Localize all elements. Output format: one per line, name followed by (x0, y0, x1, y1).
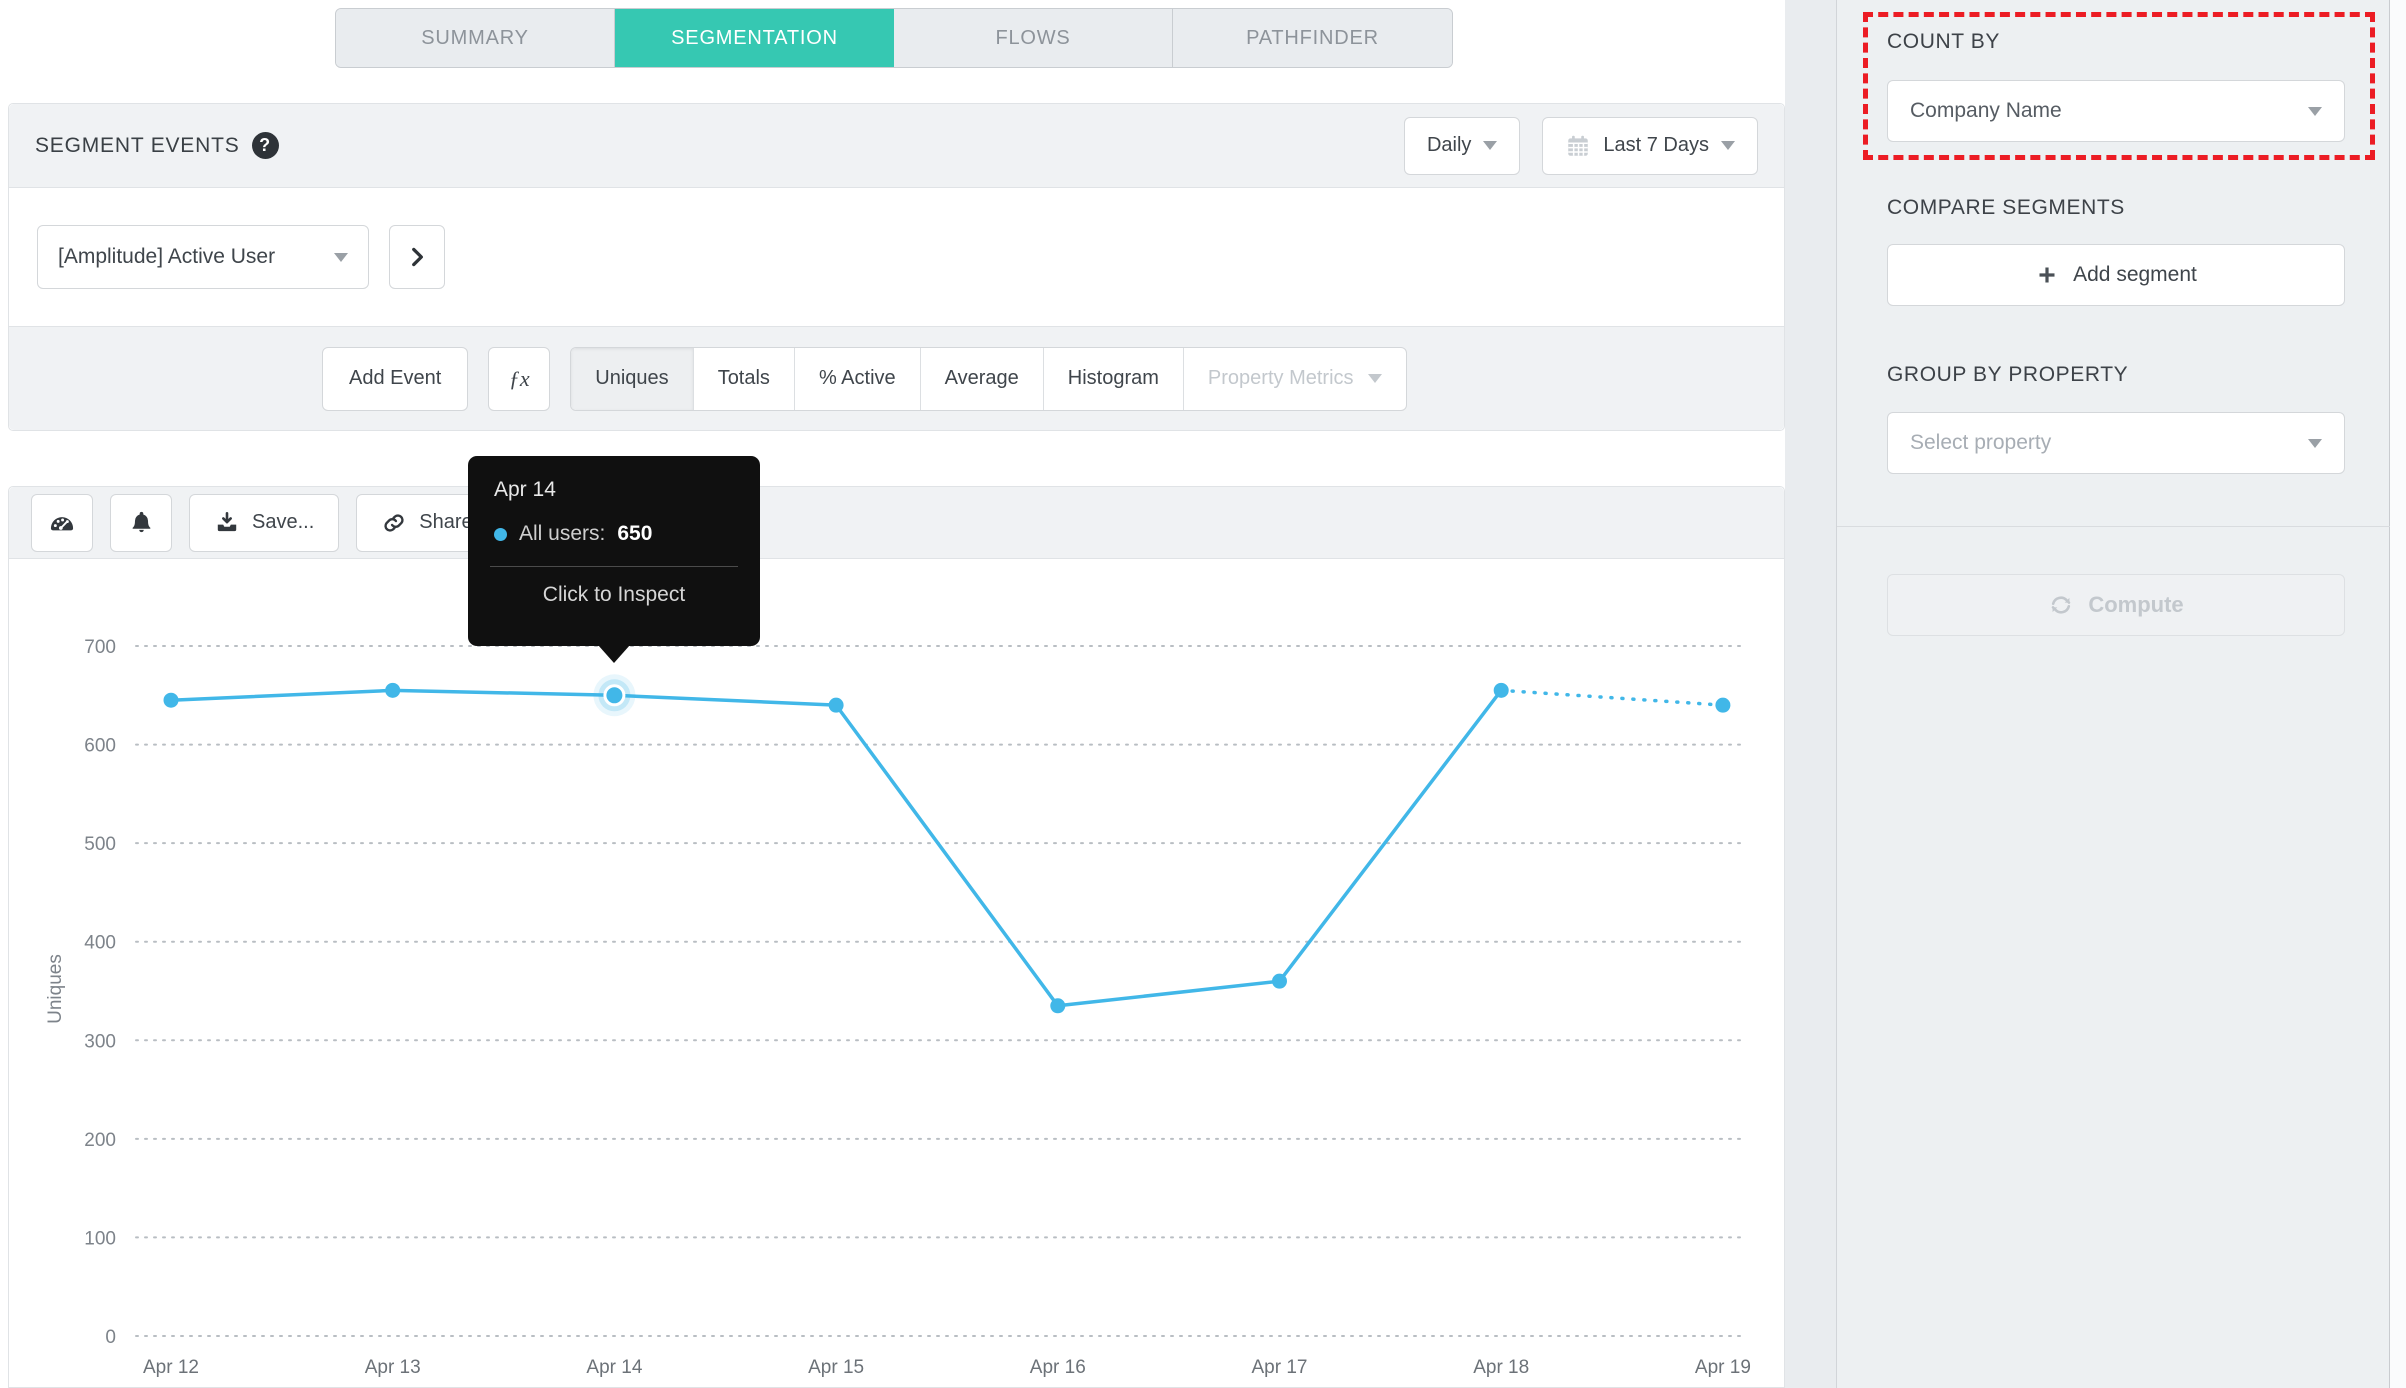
svg-text:200: 200 (84, 1130, 116, 1151)
tooltip-divider (490, 566, 738, 567)
link-icon (384, 513, 404, 532)
date-range-dropdown[interactable]: Last 7 Days (1542, 116, 1758, 175)
svg-text:700: 700 (84, 637, 116, 658)
chart-card: Save... Share 0 100 200 300 400 500 600 700 Uniq… (8, 486, 1785, 1388)
bell-icon (132, 511, 150, 533)
report-tabbar: SUMMARY SEGMENTATION FLOWS PATHFINDER (335, 8, 1453, 68)
tab-pathfinder[interactable]: PATHFINDER (1173, 9, 1452, 67)
download-icon (217, 511, 237, 531)
plus-icon (2039, 267, 2055, 283)
share-label: Share (419, 511, 473, 533)
count-by-dropdown[interactable]: Company Name (1887, 80, 2345, 142)
chart-toolbar: Save... Share (9, 487, 1784, 559)
toggle-histogram[interactable]: Histogram (1044, 347, 1184, 410)
formula-button[interactable]: ƒx (488, 346, 551, 411)
chart-tooltip: Apr 14 All users: 650 Click to Inspect (468, 456, 760, 663)
add-segment-label: Add segment (2073, 263, 2197, 286)
compare-segments-label: COMPARE SEGMENTS (1887, 196, 2125, 219)
svg-text:500: 500 (84, 834, 116, 855)
toggle-percent-active[interactable]: % Active (795, 347, 921, 410)
calendar-icon (1568, 135, 1589, 156)
tooltip-inspect-hint[interactable]: Click to Inspect (494, 583, 734, 607)
svg-text:400: 400 (84, 933, 116, 954)
svg-text:300: 300 (84, 1031, 116, 1052)
alert-button[interactable] (110, 493, 172, 552)
tooltip-date: Apr 14 (494, 478, 556, 501)
panel-title-text: SEGMENT EVENTS (35, 133, 240, 157)
interval-dropdown[interactable]: Daily (1403, 116, 1521, 175)
svg-text:Apr 13: Apr 13 (365, 1357, 421, 1378)
expand-event-button[interactable] (389, 225, 445, 289)
event-dropdown-value: [Amplitude] Active User (58, 245, 276, 268)
segmentation-line-chart[interactable]: 0 100 200 300 400 500 600 700 Uniques Apr 12 Apr 1… (9, 559, 1784, 1387)
toggle-uniques[interactable]: Uniques (571, 347, 694, 410)
refresh-icon (2052, 596, 2071, 614)
svg-text:100: 100 (84, 1228, 116, 1249)
property-metrics-dropdown[interactable]: Property Metrics (1184, 348, 1406, 410)
segment-events-panel: SEGMENT EVENTS ? Daily Last 7 Days [Ampl… (8, 103, 1785, 431)
svg-text:Apr 14: Apr 14 (586, 1357, 642, 1378)
chevron-down-icon (2308, 106, 2322, 116)
page-right-strip[interactable] (2390, 0, 2406, 1388)
add-segment-button[interactable]: Add segment (1887, 244, 2345, 306)
group-by-placeholder: Select property (1910, 431, 2052, 454)
chevron-down-icon (2308, 438, 2322, 448)
count-by-value: Company Name (1910, 99, 2062, 122)
chevron-down-icon (334, 252, 348, 262)
chevron-right-icon (412, 247, 423, 267)
right-sidebar: COUNT BY Company Name COMPARE SEGMENTS A… (1836, 0, 2391, 1388)
help-icon[interactable]: ? (251, 132, 279, 159)
svg-text:0: 0 (105, 1327, 116, 1348)
svg-text:Apr 16: Apr 16 (1030, 1357, 1086, 1378)
svg-text:Apr 12: Apr 12 (143, 1357, 199, 1378)
add-event-button[interactable]: Add Event (322, 346, 469, 411)
content-sidebar-gap (1785, 0, 1836, 1388)
metric-toggle-group: Uniques Totals % Active Average Histogra… (570, 346, 1407, 411)
sidebar-divider (1837, 526, 2391, 527)
event-dropdown[interactable]: [Amplitude] Active User (37, 225, 369, 289)
svg-text:Uniques: Uniques (45, 954, 66, 1024)
interval-label: Daily (1426, 134, 1472, 156)
svg-text:Apr 15: Apr 15 (808, 1357, 864, 1378)
svg-text:Apr 18: Apr 18 (1473, 1357, 1529, 1378)
date-range-label: Last 7 Days (1603, 134, 1709, 156)
dashboard-gauge-icon (50, 516, 74, 530)
count-by-label: COUNT BY (1887, 30, 2000, 53)
svg-text:Apr 17: Apr 17 (1252, 1357, 1308, 1378)
tab-segmentation[interactable]: SEGMENTATION (615, 9, 894, 67)
panel-title: SEGMENT EVENTS ? (35, 132, 279, 159)
compute-button[interactable]: Compute (1887, 574, 2345, 636)
group-by-property-label: GROUP BY PROPERTY (1887, 363, 2129, 386)
chevron-down-icon (1483, 141, 1498, 150)
save-button[interactable]: Save... (189, 493, 340, 552)
tab-summary[interactable]: SUMMARY (336, 9, 615, 67)
svg-text:Apr 19: Apr 19 (1695, 1357, 1751, 1378)
toggle-average[interactable]: Average (921, 347, 1044, 410)
svg-text:600: 600 (84, 736, 116, 757)
group-by-dropdown[interactable]: Select property (1887, 412, 2345, 474)
tab-flows[interactable]: FLOWS (894, 9, 1173, 67)
chevron-down-icon (1721, 141, 1735, 150)
add-to-dashboard-button[interactable] (31, 493, 93, 552)
save-label: Save... (252, 511, 315, 533)
tooltip-series-label: All users: (519, 522, 606, 545)
toggle-totals[interactable]: Totals (694, 347, 795, 410)
property-metrics-label: Property Metrics (1207, 367, 1354, 389)
chevron-down-icon (1367, 374, 1382, 383)
series-dot-icon (494, 527, 507, 541)
segment-events-header: SEGMENT EVENTS ? Daily Last 7 Days (9, 104, 1784, 188)
compute-label: Compute (2088, 592, 2184, 617)
tooltip-value: 650 (617, 522, 653, 545)
